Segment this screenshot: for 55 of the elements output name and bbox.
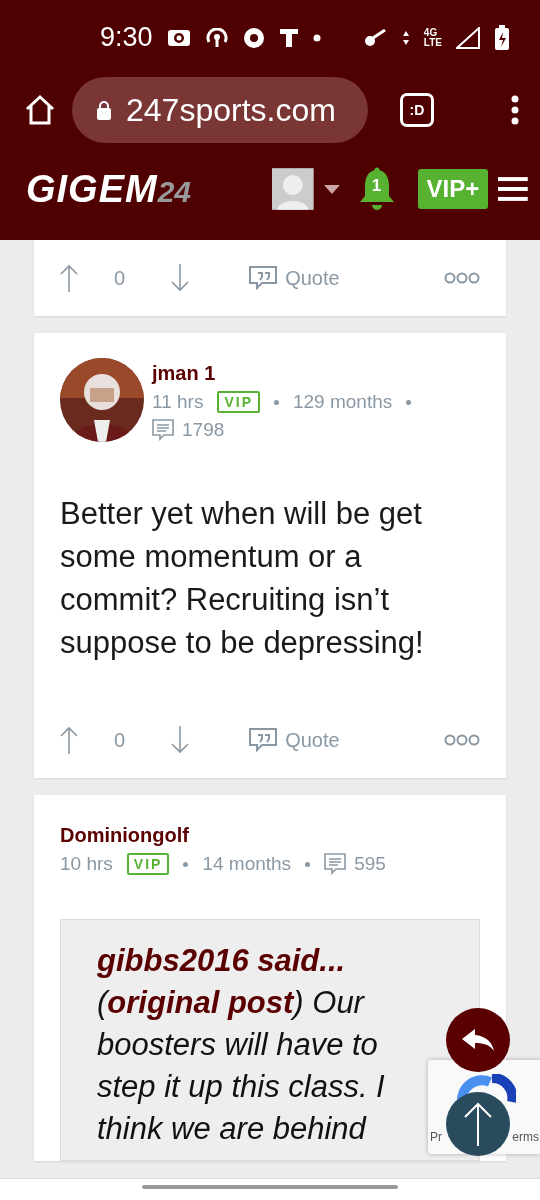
radio-icon — [166, 28, 191, 47]
menu-icon[interactable] — [510, 95, 520, 125]
browser-icon — [242, 26, 265, 49]
upvote-arrow-icon[interactable] — [60, 726, 78, 754]
quote-author[interactable]: gibbs2016 said... — [97, 940, 419, 982]
network-label: 4G — [423, 27, 439, 38]
podcast-icon — [204, 27, 229, 48]
network-label: LTE — [423, 37, 442, 48]
separator-dot-icon — [305, 861, 311, 867]
author-name[interactable]: jman 1 — [152, 362, 480, 385]
comment-icon — [152, 419, 174, 441]
reply-icon — [461, 1028, 495, 1052]
address-bar[interactable]: 247sports.com — [72, 77, 368, 143]
post-body: Better yet when will be get some momentum or a commit? Recruiting isn’t suppose to be depressing! — [60, 495, 425, 662]
vote-count: 0 — [114, 728, 126, 752]
more-options-icon[interactable] — [444, 272, 480, 284]
home-icon[interactable] — [24, 94, 56, 126]
vote-count: 0 — [114, 266, 126, 290]
arrow-up-icon — [463, 1102, 493, 1146]
key-icon — [363, 28, 388, 47]
author-name[interactable]: Dominiongolf — [60, 824, 480, 847]
dot-icon — [312, 33, 321, 42]
quote-text: (original post) Our boosters will have to step it up this class. I think we are behind — [97, 984, 386, 1148]
terms-link[interactable]: erms — [512, 1130, 539, 1144]
more-options-icon[interactable] — [444, 734, 480, 746]
quote-icon — [249, 266, 278, 290]
upvote-arrow-icon[interactable] — [60, 264, 78, 292]
menu-icon[interactable] — [498, 176, 528, 202]
quote-icon — [249, 728, 278, 752]
separator-dot-icon — [274, 399, 279, 405]
member-tenure: 14 months — [202, 853, 292, 875]
battery-icon — [494, 24, 510, 51]
site-logo[interactable]: GIGEM24 — [26, 167, 263, 211]
vip-badge: VIP — [217, 391, 260, 413]
downvote-arrow-icon[interactable] — [171, 264, 190, 292]
separator-dot-icon — [406, 399, 412, 405]
downvote-arrow-icon[interactable] — [171, 726, 190, 754]
status-time: 9:30 — [100, 22, 153, 53]
tab-switcher[interactable]: :D — [400, 93, 434, 127]
post-time: 11 hrs — [152, 391, 204, 413]
privacy-link[interactable]: Pr — [430, 1130, 442, 1144]
t-icon — [278, 27, 299, 48]
data-arrows-icon — [401, 29, 410, 46]
comment-count: 595 — [354, 853, 386, 875]
lock-icon — [96, 100, 112, 120]
comment-count: 1798 — [182, 419, 225, 441]
signal-icon — [456, 26, 480, 49]
comment-icon — [324, 853, 347, 875]
post-time: 10 hrs — [60, 853, 113, 875]
vip-badge: VIP — [126, 853, 170, 875]
caret-icon[interactable] — [323, 184, 340, 194]
separator-dot-icon — [183, 861, 189, 867]
avatar-icon[interactable] — [272, 168, 314, 210]
gesture-handle[interactable] — [142, 1185, 398, 1189]
member-tenure: 129 months — [293, 391, 393, 413]
